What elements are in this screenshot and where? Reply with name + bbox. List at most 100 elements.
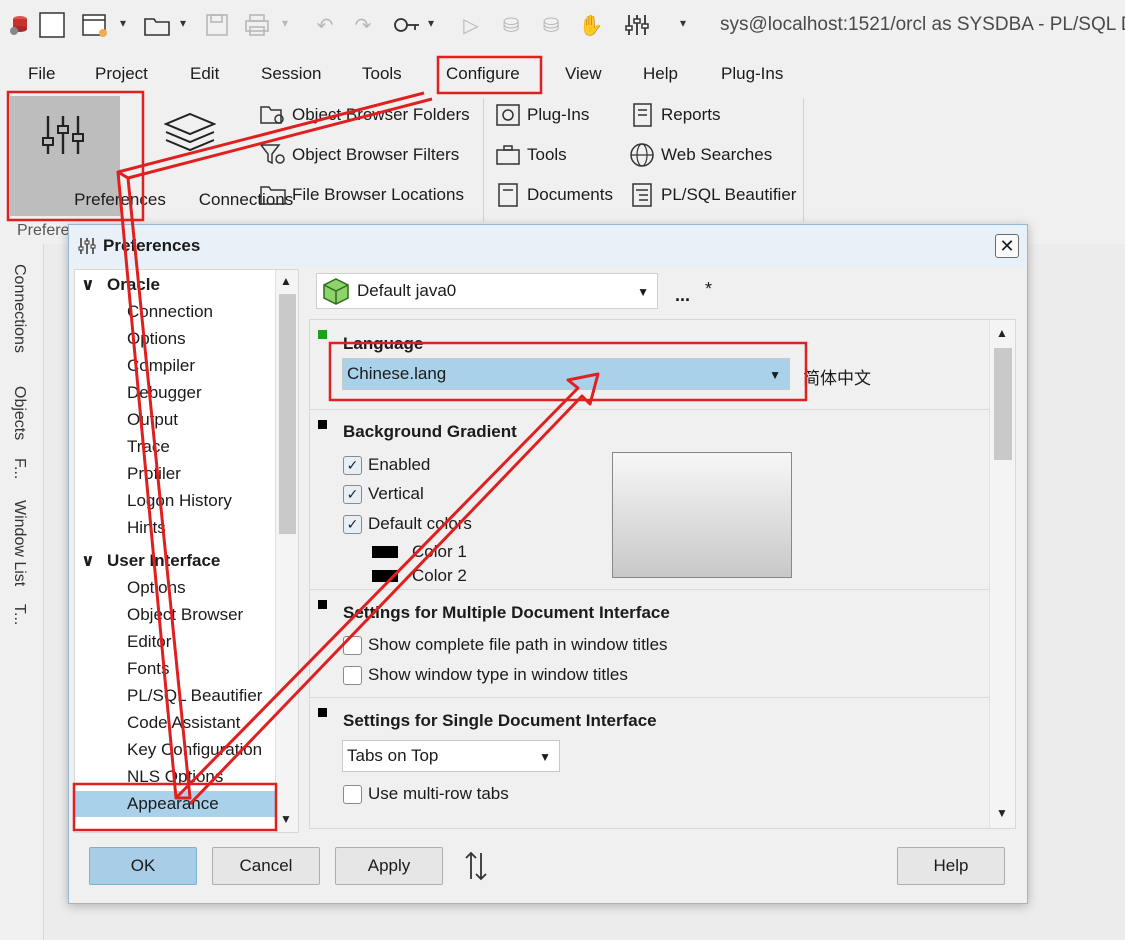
tree-item-ui-options[interactable]: Options	[75, 575, 275, 601]
print-dropdown-icon[interactable]: ▾	[282, 16, 288, 30]
dialog-title: Preferences	[103, 236, 201, 255]
tree-item-logon-history[interactable]: Logon History	[75, 488, 275, 514]
menu-project[interactable]: Project	[95, 64, 148, 84]
connections-button[interactable]: Connections	[136, 96, 293, 216]
tab-files[interactable]: F...	[10, 458, 28, 479]
tree-item-code-assistant[interactable]: Code Assistant	[75, 710, 275, 736]
gear-icon	[493, 102, 523, 128]
tree-item-connection[interactable]: Connection	[75, 299, 275, 325]
object-browser-filters-button[interactable]: Object Browser Filters	[258, 140, 459, 170]
tree-scrollbar[interactable]: ▲ ▼	[275, 270, 298, 832]
tab-connections[interactable]: Connections	[10, 264, 28, 353]
redo-icon[interactable]: ↷	[348, 10, 378, 40]
app-icon[interactable]	[4, 10, 34, 40]
file-browser-locations-button[interactable]: File Browser Locations	[258, 180, 464, 210]
web-searches-button[interactable]: Web Searches	[627, 140, 772, 170]
tree-item-object-browser[interactable]: Object Browser	[75, 602, 275, 628]
customize-toolbar-icon[interactable]: ▾	[680, 16, 686, 30]
open-folder-icon[interactable]	[142, 10, 172, 40]
language-select[interactable]: Chinese.lang ▼	[342, 358, 790, 390]
close-icon[interactable]: ✕	[995, 234, 1019, 258]
color1-swatch[interactable]	[372, 546, 398, 558]
color2-swatch[interactable]	[372, 570, 398, 582]
cancel-button[interactable]: Cancel	[212, 847, 320, 885]
tab-templates[interactable]: T...	[10, 604, 28, 625]
window-type-checkbox[interactable]: Show window type in window titles	[343, 665, 628, 685]
ok-button[interactable]: OK	[89, 847, 197, 885]
undo-icon[interactable]: ↶	[310, 10, 340, 40]
check-icon: ✓	[343, 484, 362, 504]
open-dropdown-icon[interactable]: ▾	[180, 16, 186, 30]
settings-scrollbar[interactable]: ▲ ▼	[989, 320, 1015, 828]
tree-item-plsql-beautifier[interactable]: PL/SQL Beautifier	[75, 683, 275, 709]
apply-button[interactable]: Apply	[335, 847, 443, 885]
scrollbar-thumb[interactable]	[279, 294, 296, 534]
tree-item-trace[interactable]: Trace	[75, 434, 275, 460]
scroll-up-icon[interactable]: ▲	[280, 274, 292, 288]
chevron-down-icon[interactable]: ∨	[81, 272, 95, 298]
menu-edit[interactable]: Edit	[190, 64, 219, 84]
sort-arrows-icon[interactable]	[463, 849, 489, 883]
menu-session[interactable]: Session	[261, 64, 321, 84]
menu-plugins[interactable]: Plug-Ins	[721, 64, 783, 84]
tools-button[interactable]: Tools	[493, 140, 567, 170]
menu-configure[interactable]: Configure	[446, 64, 520, 84]
tree-item-compiler[interactable]: Compiler	[75, 353, 275, 379]
chevron-down-icon[interactable]: ▼	[539, 750, 551, 764]
new-dropdown-icon[interactable]: ▾	[120, 16, 126, 30]
tree-item-oracle-options[interactable]: Options	[75, 326, 275, 352]
menu-file[interactable]: File	[28, 64, 55, 84]
profile-more-button[interactable]: ...	[675, 285, 690, 306]
multirow-tabs-checkbox[interactable]: Use multi-row tabs	[343, 784, 509, 804]
tree-item-output[interactable]: Output	[75, 407, 275, 433]
tabs-position-select[interactable]: Tabs on Top ▼	[342, 740, 560, 772]
scroll-down-icon[interactable]: ▼	[996, 806, 1008, 820]
tree-item-nls-options[interactable]: NLS Options	[75, 764, 275, 790]
tab-window-list[interactable]: Window List	[10, 500, 28, 586]
tree-item-key-configuration[interactable]: Key Configuration	[75, 737, 275, 763]
object-browser-folders-button[interactable]: Object Browser Folders	[258, 100, 470, 130]
tree-item-fonts[interactable]: Fonts	[75, 656, 275, 682]
profile-select[interactable]: Default java0 ▼	[316, 273, 658, 309]
vertical-checkbox[interactable]: ✓ Vertical	[343, 484, 424, 504]
menu-tools[interactable]: Tools	[362, 64, 402, 84]
tab-objects[interactable]: Objects	[10, 386, 28, 440]
scroll-down-icon[interactable]: ▼	[280, 812, 292, 826]
tree-item-editor[interactable]: Editor	[75, 629, 275, 655]
tree-item-debugger[interactable]: Debugger	[75, 380, 275, 406]
new-icon[interactable]	[37, 10, 67, 40]
tree-item-appearance[interactable]: Appearance	[75, 791, 275, 817]
tree-item-profiler[interactable]: Profiler	[75, 461, 275, 487]
commit-icon[interactable]: ⛁	[496, 10, 526, 40]
key-icon[interactable]	[392, 10, 422, 40]
tree-item-hints[interactable]: Hints	[75, 515, 275, 541]
plsql-beautifier-button[interactable]: PL/SQL Beautifier	[627, 180, 796, 210]
reports-button[interactable]: Reports	[627, 100, 721, 130]
scroll-up-icon[interactable]: ▲	[996, 326, 1008, 340]
preferences-button[interactable]: Preferences	[10, 96, 166, 216]
rollback-icon[interactable]: ⛁	[536, 10, 566, 40]
menu-view[interactable]: View	[565, 64, 602, 84]
new-window-icon[interactable]	[80, 10, 110, 40]
scrollbar-thumb[interactable]	[994, 348, 1012, 460]
full-path-checkbox[interactable]: Show complete file path in window titles	[343, 635, 668, 655]
plugins-button[interactable]: Plug-Ins	[493, 100, 589, 130]
help-button[interactable]: Help	[897, 847, 1005, 885]
key-dropdown-icon[interactable]: ▾	[428, 16, 434, 30]
chevron-down-icon[interactable]: ▼	[637, 285, 649, 299]
gradient-preview	[612, 452, 792, 578]
enabled-checkbox[interactable]: ✓ Enabled	[343, 455, 430, 475]
tree-group-user-interface[interactable]: ∨ User Interface	[75, 548, 275, 574]
chevron-down-icon[interactable]: ∨	[81, 548, 95, 574]
print-icon[interactable]	[242, 10, 272, 40]
preferences-icon[interactable]	[622, 10, 652, 40]
break-icon[interactable]: ✋	[576, 10, 606, 40]
tree-group-oracle[interactable]: ∨ Oracle	[75, 272, 275, 298]
documents-button[interactable]: Documents	[493, 180, 613, 210]
default-colors-checkbox[interactable]: ✓ Default colors	[343, 514, 472, 534]
menu-help[interactable]: Help	[643, 64, 678, 84]
save-icon[interactable]	[202, 10, 232, 40]
web-searches-label: Web Searches	[661, 145, 773, 164]
execute-icon[interactable]: ▷	[456, 10, 486, 40]
chevron-down-icon[interactable]: ▼	[769, 368, 781, 382]
